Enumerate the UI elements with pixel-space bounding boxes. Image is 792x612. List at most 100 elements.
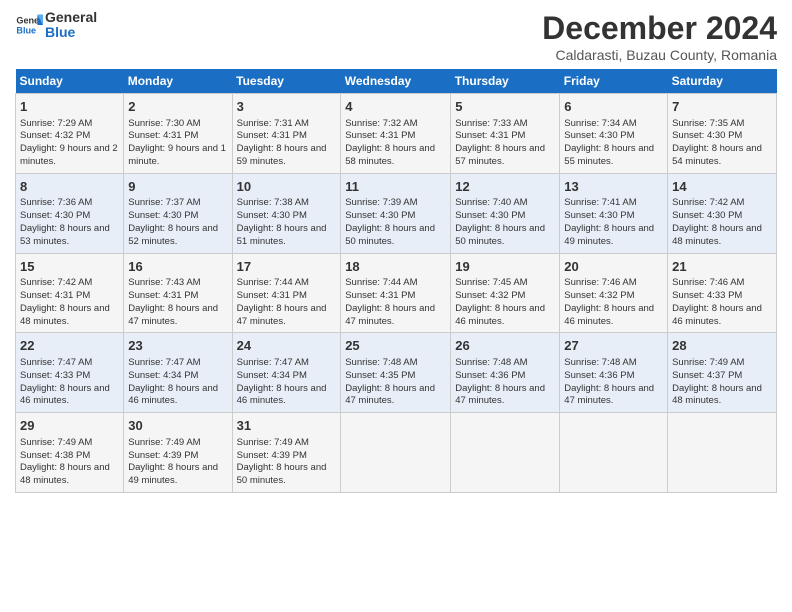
sunset-text: Sunset: 4:36 PM [564, 370, 663, 383]
calendar-cell [560, 413, 668, 493]
sunrise-text: Sunrise: 7:47 AM [20, 357, 119, 370]
month-title: December 2024 [542, 10, 777, 47]
calendar-cell: 17Sunrise: 7:44 AMSunset: 4:31 PMDayligh… [232, 253, 341, 333]
calendar-cell: 27Sunrise: 7:48 AMSunset: 4:36 PMDayligh… [560, 333, 668, 413]
daylight-text: Daylight: 8 hours and 48 minutes. [20, 303, 119, 329]
calendar-week-2: 8Sunrise: 7:36 AMSunset: 4:30 PMDaylight… [16, 173, 777, 253]
calendar-week-1: 1 Sunrise: 7:29 AMSunset: 4:32 PM Daylight… [16, 94, 777, 174]
sunrise-text: Sunrise: 7:35 AM [672, 118, 772, 131]
header: General Blue General Blue December 2024 … [15, 10, 777, 63]
logo: General Blue General Blue [15, 10, 97, 41]
sunrise-text: Sunrise: 7:31 AM [237, 118, 337, 131]
day-number: 30 [128, 417, 227, 435]
sunset-text: Sunset: 4:31 PM [237, 290, 337, 303]
daylight-text: Daylight: 8 hours and 53 minutes. [20, 223, 119, 249]
daylight-text: Daylight: 8 hours and 47 minutes. [455, 383, 555, 409]
daylight-text: Daylight: 8 hours and 50 minutes. [345, 223, 446, 249]
header-day-friday: Friday [560, 69, 668, 94]
sunset-text: Sunset: 4:30 PM [672, 210, 772, 223]
day-number: 16 [128, 258, 227, 276]
sunrise-text: Sunrise: 7:47 AM [128, 357, 227, 370]
day-number: 12 [455, 178, 555, 196]
sunset-text: Sunset: 4:30 PM [672, 130, 772, 143]
sunrise-text: Sunrise: 7:49 AM [128, 437, 227, 450]
header-day-sunday: Sunday [16, 69, 124, 94]
sunset-text: Sunset: 4:30 PM [345, 210, 446, 223]
header-day-wednesday: Wednesday [341, 69, 451, 94]
daylight-text: Daylight: 8 hours and 50 minutes. [455, 223, 555, 249]
day-number: 15 [20, 258, 119, 276]
sunset-text: Sunset: 4:31 PM [128, 290, 227, 303]
daylight-text: Daylight: 8 hours and 57 minutes. [455, 143, 555, 169]
calendar-cell: 30 Sunrise: 7:49 AMSunset: 4:39 PMDayligh… [124, 413, 232, 493]
sunset-text: Sunset: 4:33 PM [20, 370, 119, 383]
day-number: 17 [237, 258, 337, 276]
daylight-text: Daylight: 8 hours and 46 minutes. [128, 383, 227, 409]
sunset-text: Sunset: 4:31 PM [345, 130, 446, 143]
sunrise-text: Sunrise: 7:42 AM [20, 277, 119, 290]
daylight-text: Daylight: 8 hours and 47 minutes. [564, 383, 663, 409]
calendar-cell: 7Sunrise: 7:35 AMSunset: 4:30 PMDaylight… [668, 94, 777, 174]
daylight-text: Daylight: 8 hours and 50 minutes. [237, 462, 337, 488]
calendar-cell: 20Sunrise: 7:46 AMSunset: 4:32 PMDayligh… [560, 253, 668, 333]
calendar-week-3: 15Sunrise: 7:42 AMSunset: 4:31 PMDayligh… [16, 253, 777, 333]
calendar-cell: 9Sunrise: 7:37 AMSunset: 4:30 PMDaylight… [124, 173, 232, 253]
sunset-text: Sunset: 4:31 PM [455, 130, 555, 143]
calendar-cell: 23Sunrise: 7:47 AMSunset: 4:34 PMDayligh… [124, 333, 232, 413]
svg-text:Blue: Blue [16, 26, 36, 36]
daylight-text: Daylight: 8 hours and 58 minutes. [345, 143, 446, 169]
sunrise-text: Sunrise: 7:44 AM [237, 277, 337, 290]
daylight-text: Daylight: 8 hours and 49 minutes. [564, 223, 663, 249]
header-day-thursday: Thursday [451, 69, 560, 94]
sunset-text: Sunset: 4:32 PM [455, 290, 555, 303]
sunset-text: Sunset: 4:39 PM [128, 450, 227, 463]
calendar-cell: 16Sunrise: 7:43 AMSunset: 4:31 PMDayligh… [124, 253, 232, 333]
calendar-cell: 22Sunrise: 7:47 AMSunset: 4:33 PMDayligh… [16, 333, 124, 413]
sunset-text: Sunset: 4:35 PM [345, 370, 446, 383]
daylight-text: Daylight: 8 hours and 47 minutes. [128, 303, 227, 329]
sunrise-text: Sunrise: 7:29 AM [20, 118, 119, 131]
daylight-text: Daylight: 8 hours and 55 minutes. [564, 143, 663, 169]
sunset-text: Sunset: 4:31 PM [20, 290, 119, 303]
sunrise-text: Sunrise: 7:38 AM [237, 197, 337, 210]
sunrise-text: Sunrise: 7:49 AM [20, 437, 119, 450]
sunset-text: Sunset: 4:34 PM [128, 370, 227, 383]
calendar-cell: 11Sunrise: 7:39 AMSunset: 4:30 PMDayligh… [341, 173, 451, 253]
calendar-cell: 2Sunrise: 7:30 AMSunset: 4:31 PMDaylight… [124, 94, 232, 174]
sunset-text: Sunset: 4:32 PM [20, 130, 119, 143]
header-day-saturday: Saturday [668, 69, 777, 94]
calendar-cell: 29Sunrise: 7:49 AMSunset: 4:38 PMDayligh… [16, 413, 124, 493]
calendar-cell: 13Sunrise: 7:41 AMSunset: 4:30 PMDayligh… [560, 173, 668, 253]
daylight-text: Daylight: 8 hours and 47 minutes. [237, 303, 337, 329]
day-number: 19 [455, 258, 555, 276]
sunset-text: Sunset: 4:37 PM [672, 370, 772, 383]
calendar-cell: 24Sunrise: 7:47 AMSunset: 4:34 PMDayligh… [232, 333, 341, 413]
title-block: December 2024 Caldarasti, Buzau County, … [542, 10, 777, 63]
calendar-header-row: SundayMondayTuesdayWednesdayThursdayFrid… [16, 69, 777, 94]
daylight-text: Daylight: 8 hours and 48 minutes. [672, 383, 772, 409]
calendar-cell: 31Sunrise: 7:49 AMSunset: 4:39 PMDayligh… [232, 413, 341, 493]
sunset-text: Sunset: 4:30 PM [20, 210, 119, 223]
daylight-text: Daylight: 8 hours and 47 minutes. [345, 383, 446, 409]
day-number: 1 [20, 98, 119, 116]
sunrise-text: Sunrise: 7:40 AM [455, 197, 555, 210]
calendar-cell: 6Sunrise: 7:34 AMSunset: 4:30 PMDaylight… [560, 94, 668, 174]
day-number: 9 [128, 178, 227, 196]
daylight-text: Daylight: 8 hours and 47 minutes. [345, 303, 446, 329]
page-container: General Blue General Blue December 2024 … [0, 0, 792, 503]
day-number: 8 [20, 178, 119, 196]
calendar-cell: 1Sunrise: 7:29 AMSunset: 4:32 PMDaylight… [16, 94, 124, 174]
day-number: 21 [672, 258, 772, 276]
day-number: 4 [345, 98, 446, 116]
daylight-text: Daylight: 8 hours and 48 minutes. [672, 223, 772, 249]
day-number: 25 [345, 337, 446, 355]
daylight-text: Daylight: 8 hours and 59 minutes. [237, 143, 337, 169]
header-day-tuesday: Tuesday [232, 69, 341, 94]
sunset-text: Sunset: 4:30 PM [564, 210, 663, 223]
logo-text-blue: Blue [45, 25, 97, 40]
sunrise-text: Sunrise: 7:32 AM [345, 118, 446, 131]
sunrise-text: Sunrise: 7:30 AM [128, 118, 227, 131]
calendar-cell: 14Sunrise: 7:42 AMSunset: 4:30 PMDayligh… [668, 173, 777, 253]
daylight-text: Daylight: 8 hours and 49 minutes. [128, 462, 227, 488]
calendar-cell: 4 Sunrise: 7:32 AMSunset: 4:31 PMDaylight… [341, 94, 451, 174]
